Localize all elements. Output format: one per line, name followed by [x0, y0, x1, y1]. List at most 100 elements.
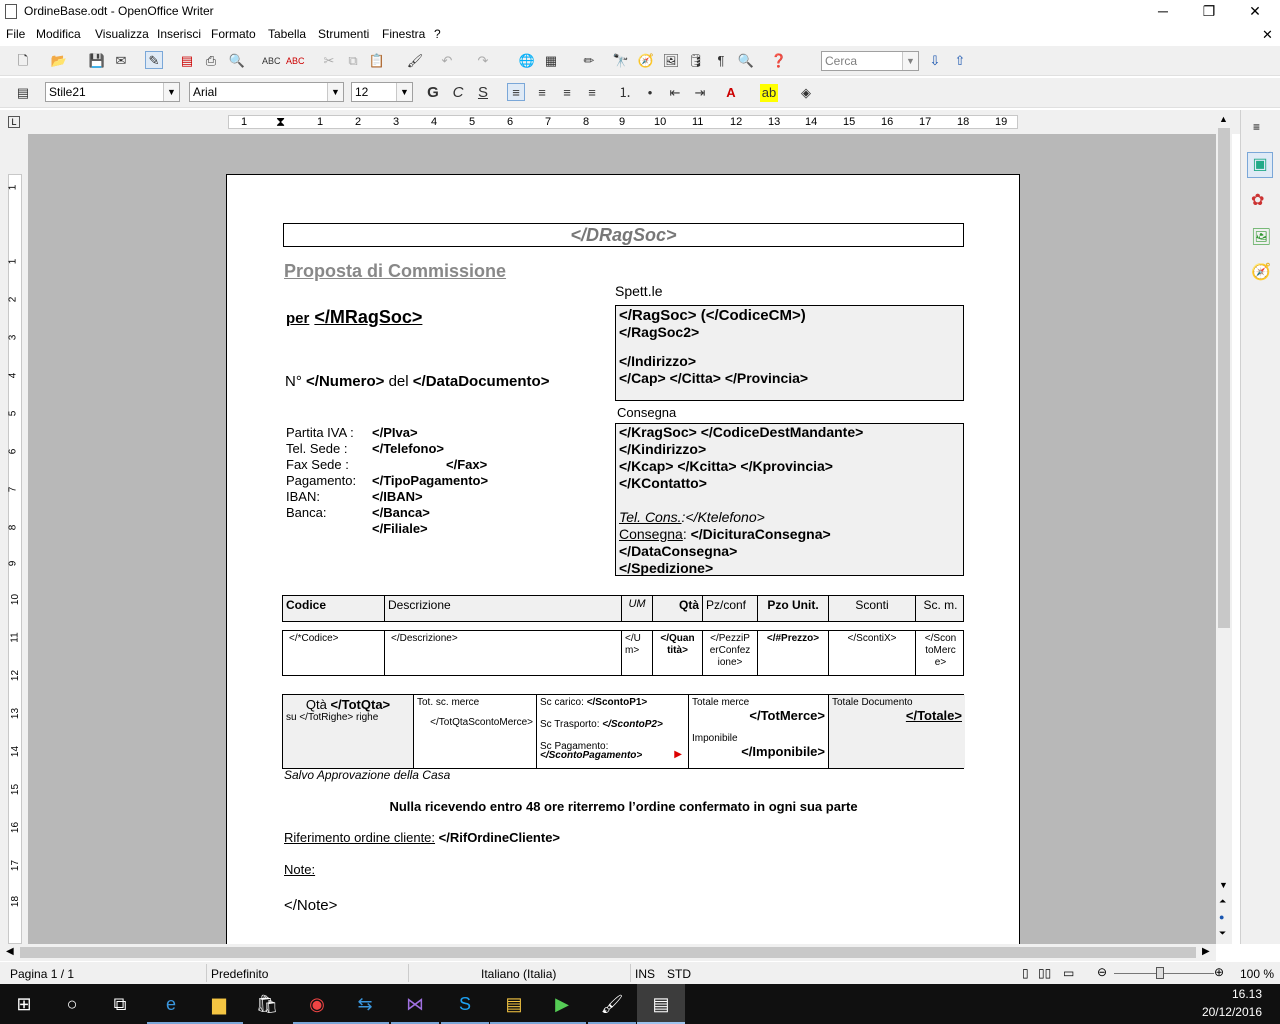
menu-file[interactable]: File: [6, 27, 25, 41]
print-icon[interactable]: ⎙: [202, 52, 220, 70]
font-color-icon[interactable]: A: [722, 84, 740, 102]
paste-icon[interactable]: 📋: [368, 52, 386, 70]
zoom-out-icon[interactable]: ⊖: [1097, 965, 1107, 979]
draw-functions-icon[interactable]: ✏: [580, 52, 598, 70]
font-name-select[interactable]: Arial ▼: [189, 82, 344, 102]
scrollbar-thumb[interactable]: [1218, 128, 1230, 628]
save-icon[interactable]: 💾: [88, 52, 106, 70]
selection-mode-status[interactable]: STD: [667, 967, 691, 981]
find-next-icon[interactable]: ⇩: [926, 52, 944, 70]
open-icon[interactable]: 📂: [50, 52, 68, 70]
minimize-button[interactable]: ─: [1140, 0, 1186, 24]
hyperlink-icon[interactable]: 🌐: [518, 52, 536, 70]
spellcheck-icon[interactable]: ABC: [262, 52, 281, 70]
clock-date[interactable]: 20/12/2016: [1196, 1005, 1262, 1019]
navigator-icon[interactable]: 🧭: [637, 52, 655, 70]
gallery-sidebar-icon[interactable]: 🖼: [1251, 227, 1271, 247]
help-icon[interactable]: ❓: [770, 52, 788, 70]
vertical-scrollbar[interactable]: ▲ ▼ ⏶ ● ⏷: [1216, 110, 1232, 944]
horizontal-ruler[interactable]: L 1 ⧗ 1 2 3 4 5 6 7 8 9 10 11 12 13 14 1…: [0, 110, 1280, 134]
zoom-in-icon[interactable]: ⊕: [1214, 965, 1224, 979]
menu-tabella[interactable]: Tabella: [268, 27, 306, 41]
skype-icon[interactable]: S: [441, 984, 489, 1024]
horizontal-scrollbar[interactable]: ◀ ▶: [0, 944, 1216, 961]
nonprinting-characters-icon[interactable]: ¶: [712, 52, 730, 70]
chevron-down-icon[interactable]: ▼: [902, 52, 918, 70]
single-page-view-icon[interactable]: ▯: [1022, 966, 1029, 980]
menu-inserisci[interactable]: Inserisci: [157, 27, 201, 41]
menu-visualizza[interactable]: Visualizza: [95, 27, 149, 41]
sidebar-menu-icon[interactable]: ≡: [1253, 120, 1260, 134]
close-button[interactable]: ✕: [1232, 0, 1278, 24]
navigation-icon[interactable]: ●: [1219, 912, 1224, 922]
export-pdf-icon[interactable]: ▤: [178, 52, 196, 70]
gallery-icon[interactable]: 🖼: [662, 52, 680, 70]
chrome-icon[interactable]: ◉: [293, 984, 341, 1024]
tab-stop-icon[interactable]: L: [8, 116, 20, 128]
styles-formatting-icon[interactable]: ▤: [14, 84, 32, 102]
previous-page-icon[interactable]: ⏶: [1219, 896, 1226, 907]
media-app-icon[interactable]: ▶: [538, 984, 586, 1024]
page-count[interactable]: Pagina 1 / 1: [10, 967, 74, 981]
clock-time[interactable]: 16.13: [1218, 987, 1262, 1001]
start-button[interactable]: ⊞: [0, 984, 48, 1024]
page-preview-icon[interactable]: 🔍: [228, 52, 246, 70]
menu-help[interactable]: ?: [434, 27, 441, 41]
insert-mode-status[interactable]: INS: [635, 967, 655, 981]
menu-modifica[interactable]: Modifica: [36, 27, 81, 41]
numbering-icon[interactable]: ⒈: [616, 84, 634, 102]
language-status[interactable]: Italiano (Italia): [481, 967, 556, 981]
navigator-sidebar-icon[interactable]: 🧭: [1251, 262, 1271, 282]
scroll-right-icon[interactable]: ▶: [1202, 946, 1210, 957]
copy-icon[interactable]: ⧉: [344, 52, 362, 70]
cortana-search-icon[interactable]: ○: [48, 984, 96, 1024]
close-document-button[interactable]: ✕: [1262, 27, 1273, 43]
task-view-icon[interactable]: ⧉: [96, 984, 144, 1024]
openoffice-writer-taskbar-icon[interactable]: ▤: [637, 984, 685, 1024]
justify-icon[interactable]: ≡: [583, 84, 601, 102]
find-previous-icon[interactable]: ⇧: [951, 52, 969, 70]
store-icon[interactable]: 🛍: [243, 984, 291, 1024]
folder-app-icon[interactable]: ▤: [490, 984, 538, 1024]
redo-icon[interactable]: ↷: [474, 52, 492, 70]
zoom-level[interactable]: 100 %: [1240, 967, 1274, 981]
scroll-up-icon[interactable]: ▲: [1219, 114, 1228, 124]
page-style[interactable]: Predefinito: [211, 967, 268, 981]
chevron-down-icon[interactable]: ▼: [327, 83, 343, 101]
email-icon[interactable]: ✉: [112, 52, 130, 70]
new-document-icon[interactable]: 🗋: [14, 52, 32, 70]
scrollbar-thumb[interactable]: [20, 947, 1196, 958]
table-icon[interactable]: ▦: [542, 52, 560, 70]
restore-button[interactable]: ❐: [1186, 0, 1232, 24]
multi-page-view-icon[interactable]: ▯▯: [1038, 966, 1051, 980]
scroll-left-icon[interactable]: ◀: [6, 946, 14, 957]
increase-indent-icon[interactable]: ⇥: [691, 84, 709, 102]
format-paintbrush-icon[interactable]: 🖌: [406, 52, 424, 70]
cut-icon[interactable]: ✂: [320, 52, 338, 70]
background-color-icon[interactable]: ◈: [797, 84, 815, 102]
paint-app-icon[interactable]: 🖌: [588, 984, 636, 1024]
italic-button[interactable]: C: [449, 84, 467, 102]
visual-studio-icon[interactable]: ⋈: [391, 984, 439, 1024]
decrease-indent-icon[interactable]: ⇤: [666, 84, 684, 102]
properties-icon[interactable]: ▣: [1247, 152, 1273, 178]
zoom-slider-handle[interactable]: [1156, 967, 1164, 979]
data-sources-icon[interactable]: 🛢: [687, 52, 705, 70]
align-right-icon[interactable]: ≡: [558, 84, 576, 102]
document-workspace[interactable]: </DRagSoc> Proposta di Commissione per <…: [28, 134, 1216, 944]
find-replace-icon[interactable]: 🔭: [612, 52, 630, 70]
indent-marker-icon[interactable]: ⧗: [276, 114, 285, 130]
chevron-down-icon[interactable]: ▼: [163, 83, 179, 101]
document-page[interactable]: </DRagSoc> Proposta di Commissione per <…: [226, 174, 1020, 944]
underline-button[interactable]: S: [474, 84, 492, 102]
bullets-icon[interactable]: •: [641, 84, 659, 102]
edit-mode-icon[interactable]: ✎: [145, 51, 163, 69]
teamviewer-icon[interactable]: ⇆: [341, 984, 389, 1024]
book-view-icon[interactable]: ▭: [1063, 966, 1074, 980]
undo-icon[interactable]: ↶: [438, 52, 456, 70]
zoom-slider[interactable]: [1114, 973, 1214, 974]
edge-icon[interactable]: e: [147, 984, 195, 1024]
paragraph-style-select[interactable]: Stile21 ▼: [45, 82, 180, 102]
search-input[interactable]: Cerca ▼: [821, 51, 919, 71]
font-size-select[interactable]: 12 ▼: [351, 82, 413, 102]
